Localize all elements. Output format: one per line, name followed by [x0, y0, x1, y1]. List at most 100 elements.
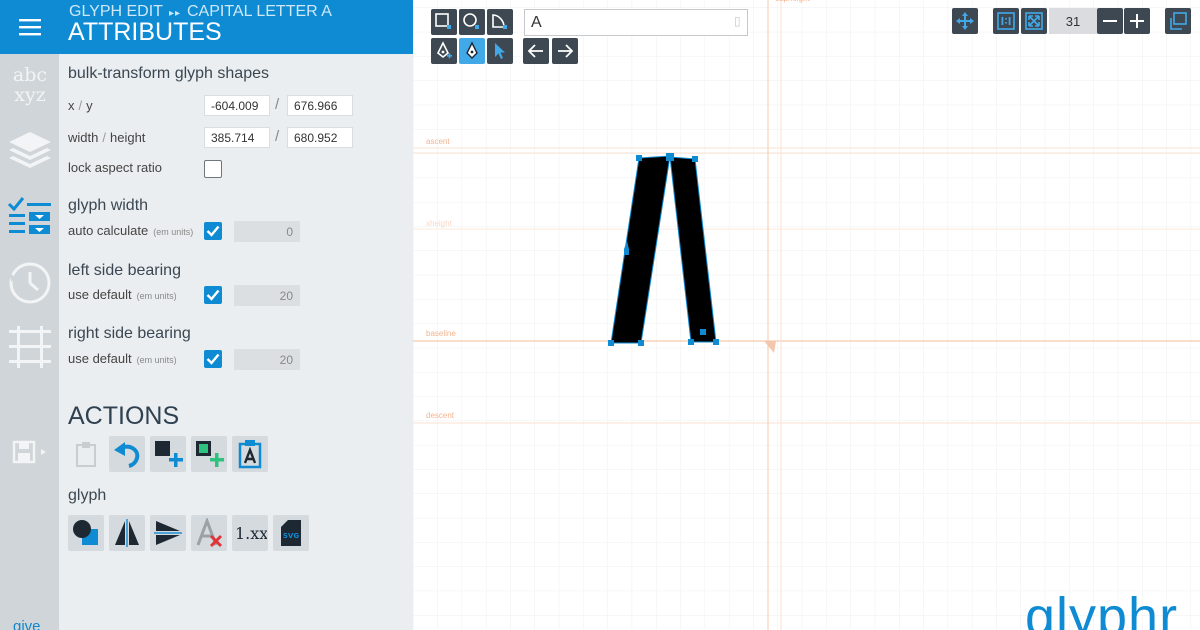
glyph-width-input[interactable]: [234, 221, 300, 242]
new-oval-tool[interactable]: [459, 9, 485, 35]
flip-horizontal-icon: [115, 519, 139, 547]
actual-size-icon: [997, 12, 1015, 30]
guides-icon: [8, 326, 51, 368]
xheight-guide-label: xheight: [426, 219, 452, 228]
paste-icon: [76, 442, 96, 467]
svg-text:xyz: xyz: [14, 84, 45, 106]
oval-tool-icon: [463, 13, 479, 29]
rectangle-tool-icon: [435, 13, 451, 29]
glyph-input[interactable]: [524, 9, 748, 36]
select-path-tool[interactable]: [487, 38, 513, 64]
actions-title: ACTIONS: [68, 402, 180, 430]
zoom-actual-size-button[interactable]: [993, 8, 1019, 34]
export-svg-button[interactable]: SVG: [273, 515, 309, 551]
previous-glyph-button[interactable]: [523, 38, 549, 64]
glyph-linked-button[interactable]: [232, 436, 268, 472]
clear-glyph-button[interactable]: [191, 515, 227, 551]
save-icon: [12, 440, 46, 464]
rail-guides[interactable]: [0, 324, 59, 370]
y-input[interactable]: [287, 95, 353, 116]
move-icon: [956, 12, 974, 30]
arrow-right-icon: [558, 44, 574, 58]
descent-guide-label: descent: [426, 411, 455, 420]
flip-vertical-button[interactable]: [150, 515, 186, 551]
next-glyph-button[interactable]: [552, 38, 578, 64]
auto-calculate-checkbox[interactable]: [204, 222, 222, 240]
height-label: height: [109, 130, 146, 145]
pen-plus-icon: [436, 41, 452, 59]
rsb-default-checkbox[interactable]: [204, 350, 222, 368]
add-shape-button[interactable]: [150, 436, 186, 472]
pen-icon: [466, 41, 478, 59]
xy-separator: /: [275, 96, 280, 113]
rail-save[interactable]: [0, 436, 59, 468]
glyph-input-box-icon: ▯: [734, 14, 741, 28]
path-tool-icon: [492, 14, 507, 29]
round-text: 1.xx: [235, 524, 267, 543]
lsb-default-checkbox[interactable]: [204, 286, 222, 304]
em-units-label: (em units): [136, 355, 177, 365]
plus-icon: [1130, 14, 1144, 28]
rail-layers[interactable]: [0, 128, 59, 174]
width-height-label: width / height: [68, 130, 145, 145]
undo-icon: [114, 442, 140, 468]
lock-aspect-checkbox[interactable]: [204, 160, 222, 178]
zoom-out-button[interactable]: [1097, 8, 1123, 34]
rail-history[interactable]: [0, 260, 59, 306]
rsb-use-default-label: use default: [68, 351, 132, 366]
glyph-width-title: glyph width: [68, 197, 149, 214]
height-input[interactable]: [287, 127, 353, 148]
rail-glyph-chooser[interactable]: abc xyz: [0, 62, 59, 106]
clear-glyph-icon: [196, 518, 223, 548]
rail-attributes[interactable]: [0, 194, 59, 240]
capheight-guide-label: capheight: [775, 0, 810, 3]
hamburger-menu-button[interactable]: [0, 0, 59, 54]
zoom-fit-icon: [1025, 12, 1043, 30]
wh-slash: /: [102, 130, 106, 145]
rsb-row-label: use default (em units): [68, 351, 177, 366]
width-input[interactable]: [204, 127, 270, 148]
checkmark-icon: [206, 289, 220, 301]
minus-icon: [1103, 20, 1117, 22]
baseline-guide-label: baseline: [426, 329, 456, 338]
zoom-in-button[interactable]: [1124, 8, 1150, 34]
undo-button[interactable]: [109, 436, 145, 472]
new-path-tool[interactable]: [487, 9, 513, 35]
pan-tool[interactable]: [952, 8, 978, 34]
x-input[interactable]: [204, 95, 270, 116]
glyphr-logo: glyphr: [1025, 587, 1179, 630]
arrow-cursor-icon: [495, 43, 505, 59]
page-title: ATTRIBUTES: [68, 18, 222, 46]
paste-button[interactable]: [68, 436, 104, 472]
em-units-label: (em units): [153, 227, 194, 237]
lsb-input[interactable]: [234, 285, 300, 306]
attributes-panel: GLYPH EDIT ▸▸ CAPITAL LETTER A ATTRIBUTES …: [59, 0, 413, 630]
bulk-transform-title: bulk-transform glyph shapes: [68, 65, 269, 82]
edit-canvas[interactable]: ascent xheight baseline descent capheigh…: [413, 0, 1200, 630]
rsb-input[interactable]: [234, 349, 300, 370]
pen-tool[interactable]: [459, 38, 485, 64]
add-component-button[interactable]: [191, 436, 227, 472]
round-coordinates-icon: 1.xx: [235, 524, 267, 543]
glyph-actions-label: glyph: [68, 487, 107, 504]
give-link[interactable]: give: [13, 618, 41, 630]
zoom-fit-button[interactable]: [1021, 8, 1047, 34]
combine-shapes-button[interactable]: [68, 515, 104, 551]
lock-aspect-label: lock aspect ratio: [68, 160, 162, 175]
svg-label: SVG: [283, 532, 299, 540]
right-side-bearing-title: right side bearing: [68, 325, 191, 342]
arrow-left-icon: [527, 44, 543, 58]
popout-window-button[interactable]: [1165, 8, 1191, 34]
attributes-icon: [7, 197, 51, 234]
zoom-level-input[interactable]: 31: [1049, 8, 1097, 34]
svg-text:abc: abc: [12, 64, 46, 86]
pen-plus-tool[interactable]: [431, 38, 457, 64]
lsb-row-label: use default (em units): [68, 287, 177, 302]
export-svg-icon: SVG: [281, 520, 301, 546]
flip-horizontal-button[interactable]: [109, 515, 145, 551]
new-rectangle-tool[interactable]: [431, 9, 457, 35]
glyph-width-row-label: auto calculate (em units): [68, 223, 193, 238]
xy-label: x / y: [68, 98, 93, 113]
round-coordinates-button[interactable]: 1.xx: [232, 515, 268, 551]
glyph-chooser-icon: abc xyz: [12, 64, 46, 106]
